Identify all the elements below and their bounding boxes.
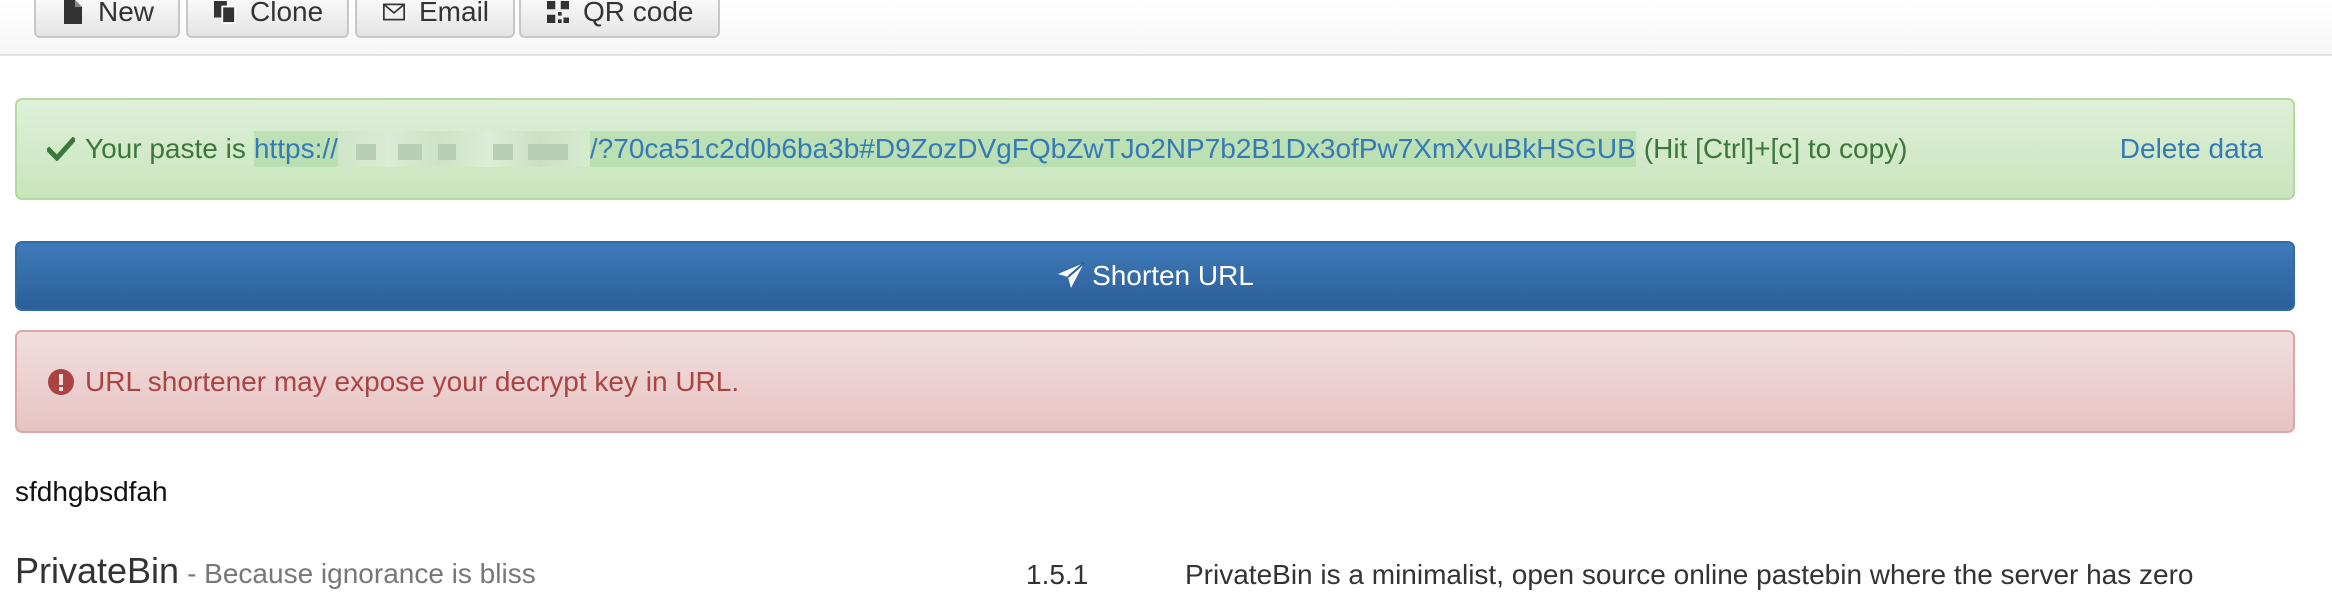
email-button-label: Email — [419, 0, 490, 27]
shorten-url-button[interactable]: Shorten URL — [15, 241, 2295, 311]
duplicate-icon — [214, 0, 236, 24]
footer-brand: PrivateBin - Because ignorance is bliss — [15, 550, 536, 592]
clone-button-label: Clone — [250, 0, 324, 27]
new-button[interactable]: New — [34, 0, 181, 38]
paste-url-link[interactable]: https:// /?70ca51c2d0b6ba3b#D9ZozDVgFQbZ… — [253, 131, 1636, 167]
paste-success-alert: Your paste is https:// /?70ca51c2d0b6ba3… — [15, 98, 2295, 200]
redacted-host — [337, 131, 590, 167]
new-button-label: New — [98, 0, 155, 27]
qr-code-button[interactable]: QR code — [519, 0, 720, 38]
paste-content: sfdhgbsdfah — [15, 476, 168, 507]
shorten-url-label: Shorten URL — [1092, 260, 1254, 291]
file-icon — [62, 0, 84, 24]
paste-url-end: /?70ca51c2d0b6ba3b#D9ZozDVgFQbZwTJo2NP7b… — [589, 133, 1636, 164]
version-number: 1.5.1 — [1026, 559, 1089, 590]
url-shortener-warning-alert: URL shortener may expose your decrypt ke… — [15, 330, 2295, 433]
envelope-icon — [383, 0, 405, 24]
delete-data-link[interactable]: Delete data — [2120, 133, 2263, 165]
email-button[interactable]: Email — [355, 0, 516, 38]
qrcode-icon — [547, 0, 569, 24]
exclamation-circle-icon — [47, 368, 75, 396]
send-icon — [1056, 261, 1086, 291]
checkmark-icon — [47, 135, 75, 163]
paste-url-prefix: Your paste is — [85, 133, 246, 164]
brand-name: PrivateBin — [15, 550, 180, 591]
top-navbar: New Clone Email QR code — [0, 0, 2332, 56]
brand-tagline: - Because ignorance is bliss — [187, 558, 536, 589]
qr-code-button-label: QR code — [583, 0, 694, 27]
warning-text: URL shortener may expose your decrypt ke… — [85, 365, 740, 397]
paste-url-start: https:// — [253, 133, 338, 164]
footer-description: PrivateBin is a minimalist, open source … — [1185, 559, 2194, 590]
copy-hint: (Hit [Ctrl]+[c] to copy) — [1643, 133, 1908, 164]
clone-button[interactable]: Clone — [186, 0, 350, 38]
